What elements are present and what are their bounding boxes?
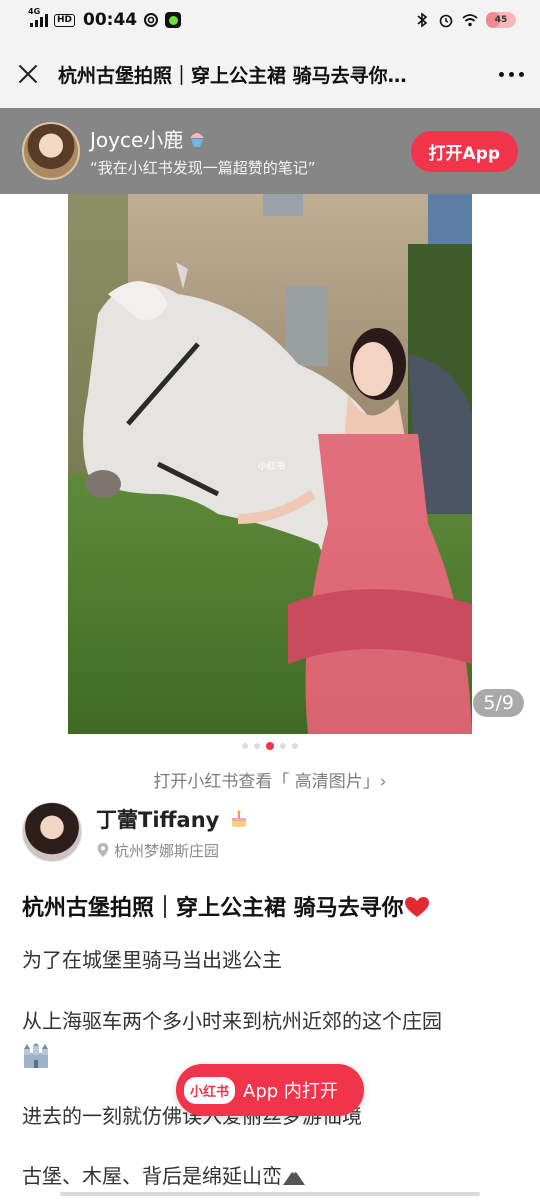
more-options-icon[interactable] bbox=[499, 71, 524, 77]
location-pin-icon bbox=[97, 843, 109, 857]
note-paragraph-text: 从上海驱车两个多小时来到杭州近郊的这个庄园 bbox=[22, 1009, 442, 1033]
gallery-pagination bbox=[0, 742, 540, 750]
page-title: 杭州古堡拍照｜穿上公主裙 骑马去寻你… bbox=[58, 64, 407, 87]
author-name-row: 丁蕾Tiffany bbox=[96, 804, 249, 834]
shaved-ice-icon bbox=[190, 132, 205, 147]
open-in-app-label: App 内打开 bbox=[243, 1081, 338, 1102]
mountain-icon bbox=[283, 1169, 305, 1185]
note-title: 杭州古堡拍照｜穿上公主裙 骑马去寻你 bbox=[22, 890, 522, 922]
battery-level: 45 bbox=[494, 15, 508, 25]
pagination-dot bbox=[292, 743, 298, 749]
author-row[interactable]: 丁蕾Tiffany 杭州梦娜斯庄园 bbox=[22, 802, 249, 862]
signal-icon: 4G bbox=[28, 7, 48, 27]
battery-icon: 45 bbox=[486, 12, 516, 28]
location-row[interactable]: 杭州梦娜斯庄园 bbox=[96, 840, 249, 861]
author-avatar[interactable] bbox=[22, 802, 82, 862]
cake-icon bbox=[232, 810, 247, 827]
note-paragraph: 为了在城堡里骑马当出逃公主 bbox=[22, 948, 282, 972]
pagination-dot bbox=[280, 743, 286, 749]
share-banner: Joyce小鹿 “我在小红书发现一篇超赞的笔记” 打开App bbox=[0, 108, 540, 194]
clock: 00:44 bbox=[83, 10, 138, 30]
network-type: 4G bbox=[28, 7, 41, 16]
sharer-name-row: Joyce小鹿 bbox=[90, 124, 316, 153]
alarm-icon bbox=[439, 14, 453, 28]
xiaohongshu-logo: 小红书 bbox=[184, 1076, 236, 1104]
swirl-icon bbox=[144, 13, 159, 27]
note-paragraph: 古堡、木屋、背后是绵延山峦 bbox=[22, 1158, 522, 1194]
home-indicator[interactable] bbox=[60, 1192, 480, 1196]
sharer-info: Joyce小鹿 “我在小红书发现一篇超赞的笔记” bbox=[90, 124, 316, 178]
open-in-app-button[interactable]: 小红书 App 内打开 bbox=[176, 1064, 364, 1116]
share-quote: “我在小红书发现一篇超赞的笔记” bbox=[90, 159, 316, 177]
note-paragraph-text: 古堡、木屋、背后是绵延山峦 bbox=[22, 1164, 282, 1188]
sharer-name: Joyce小鹿 bbox=[90, 128, 184, 152]
pagination-dot bbox=[242, 743, 248, 749]
wifi-icon bbox=[462, 14, 478, 27]
title-bar: 杭州古堡拍照｜穿上公主裙 骑马去寻你… bbox=[0, 40, 540, 108]
red-heart-icon bbox=[404, 897, 429, 917]
hd-badge: HD bbox=[54, 13, 76, 27]
view-hd-image-link[interactable]: 打开小红书查看「 高清图片」› bbox=[0, 767, 540, 792]
note-title-text: 杭州古堡拍照｜穿上公主裙 骑马去寻你 bbox=[22, 896, 404, 921]
bluetooth-icon bbox=[417, 12, 428, 28]
watermark-logo: 小红书 bbox=[258, 462, 286, 472]
open-app-button[interactable]: 打开App bbox=[410, 130, 518, 172]
pagination-dot-active bbox=[266, 742, 274, 750]
status-bar: 4G HD 00:44 45 bbox=[0, 0, 540, 40]
castle-icon bbox=[24, 1043, 48, 1068]
close-icon[interactable] bbox=[16, 62, 40, 86]
pagination-dot bbox=[254, 743, 260, 749]
sharer-avatar bbox=[22, 122, 80, 180]
location-text: 杭州梦娜斯庄园 bbox=[114, 841, 220, 860]
author-info: 丁蕾Tiffany 杭州梦娜斯庄园 bbox=[96, 804, 249, 861]
image-counter: 5/9 bbox=[473, 689, 524, 717]
app-indicator-icon bbox=[165, 12, 182, 28]
author-name[interactable]: 丁蕾Tiffany bbox=[96, 804, 219, 834]
image-gallery[interactable]: 小红书 5/9 bbox=[0, 194, 540, 734]
